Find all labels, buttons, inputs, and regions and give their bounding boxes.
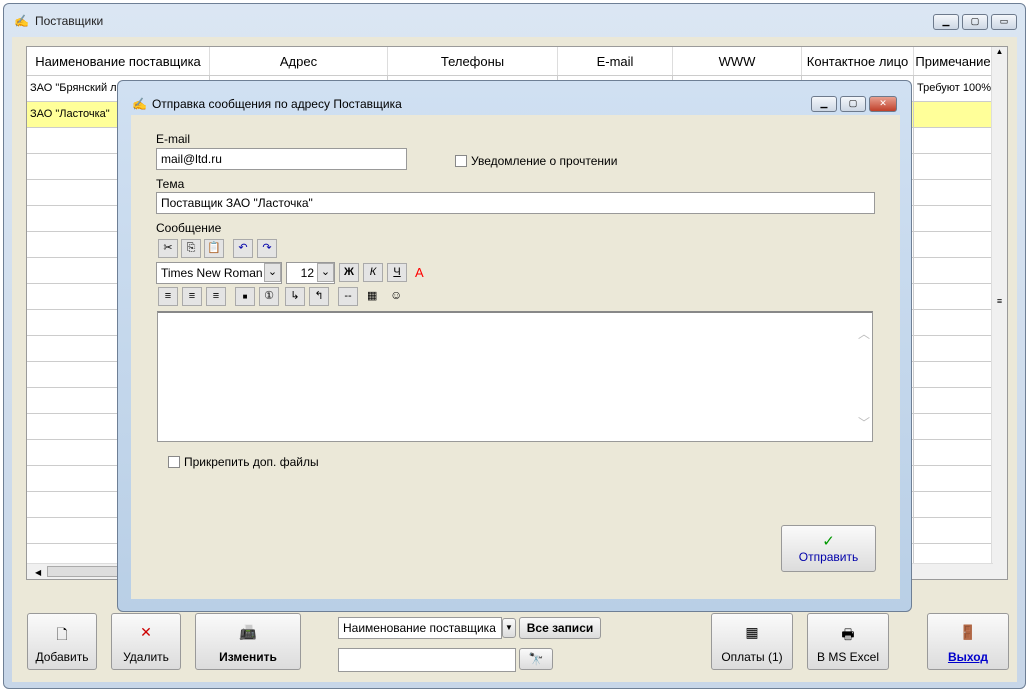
vertical-scrollbar[interactable]: ▲ ≡ bbox=[991, 47, 1007, 579]
undo-icon[interactable]: ↶ bbox=[233, 239, 253, 258]
dialog-close-button[interactable]: ✕ bbox=[869, 96, 897, 112]
col-note[interactable]: Примечание bbox=[914, 47, 993, 75]
text-color-button[interactable]: A bbox=[415, 265, 424, 280]
copy-icon[interactable]: ⎘ bbox=[181, 239, 201, 258]
add-button[interactable]: 🗋 Добавить bbox=[27, 613, 97, 670]
printer-icon: 🖶 bbox=[841, 626, 855, 642]
numbered-list-icon[interactable]: ① bbox=[259, 287, 279, 306]
italic-button[interactable]: К bbox=[363, 263, 383, 282]
edit-document-icon: 📠 bbox=[239, 624, 257, 640]
scroll-down-icon[interactable]: ﹀ bbox=[858, 414, 870, 431]
col-name[interactable]: Наименование поставщика bbox=[27, 47, 210, 75]
smiley-icon[interactable]: ☺ bbox=[390, 288, 402, 302]
maximize-button[interactable]: ▢ bbox=[962, 14, 988, 30]
bullet-list-icon[interactable]: ■ bbox=[235, 287, 255, 306]
delete-button[interactable]: ✕ Удалить bbox=[111, 613, 181, 670]
dialog-client: E-mail mail@ltd.ru Уведомление о прочтен… bbox=[131, 115, 900, 599]
underline-button[interactable]: Ч bbox=[387, 263, 407, 282]
subject-label: Тема bbox=[156, 177, 185, 191]
indent-icon[interactable]: ↳ bbox=[285, 287, 305, 306]
paste-icon[interactable]: 📋 bbox=[204, 239, 224, 258]
send-message-dialog: ✍ Отправка сообщения по адресу Поставщика… bbox=[117, 80, 912, 612]
redo-icon[interactable]: ↷ bbox=[257, 239, 277, 258]
checkmark-icon: ✓ bbox=[822, 533, 835, 550]
app-icon: ✍ bbox=[14, 14, 29, 28]
binoculars-search-button[interactable]: 🔭 bbox=[519, 648, 553, 670]
send-button[interactable]: ✓ Отправить bbox=[781, 525, 876, 572]
align-right-icon[interactable]: ≡ bbox=[206, 287, 226, 306]
col-www[interactable]: WWW bbox=[673, 47, 802, 75]
chevron-down-icon[interactable]: ⌄ bbox=[317, 263, 334, 282]
window-title: ✍ Поставщики bbox=[14, 14, 104, 28]
minimize-button[interactable]: ▁ bbox=[933, 14, 959, 30]
cut-icon[interactable]: ✂ bbox=[158, 239, 178, 258]
payments-button[interactable]: ▦ Оплаты (1) bbox=[711, 613, 793, 670]
delete-x-icon: ✕ bbox=[140, 624, 152, 640]
search-input[interactable] bbox=[338, 648, 516, 672]
exit-door-icon: 🚪 bbox=[959, 624, 977, 640]
insert-table-icon[interactable]: ▦ bbox=[367, 289, 377, 302]
read-receipt-checkbox[interactable]: Уведомление о прочтении bbox=[455, 154, 617, 168]
dialog-maximize-button[interactable]: ▢ bbox=[840, 96, 866, 112]
dialog-title: ✍ Отправка сообщения по адресу Поставщика bbox=[132, 97, 402, 111]
excel-button[interactable]: 🖶 В MS Excel bbox=[807, 613, 889, 670]
horizontal-line-icon[interactable]: -- bbox=[338, 287, 358, 306]
email-input[interactable]: mail@ltd.ru bbox=[156, 148, 407, 170]
attach-files-checkbox[interactable]: Прикрепить доп. файлы bbox=[168, 455, 319, 469]
align-center-icon[interactable]: ≡ bbox=[182, 287, 202, 306]
col-contact[interactable]: Контактное лицо bbox=[802, 47, 914, 75]
align-left-icon[interactable]: ≡ bbox=[158, 287, 178, 306]
sort-field-select[interactable]: Наименование поставщика bbox=[338, 617, 502, 639]
edit-button[interactable]: 📠 Изменить bbox=[195, 613, 301, 670]
dropdown-arrow-icon[interactable]: ▼ bbox=[502, 618, 516, 638]
outdent-icon[interactable]: ↰ bbox=[309, 287, 329, 306]
col-phones[interactable]: Телефоны bbox=[388, 47, 558, 75]
close-button[interactable]: ▭ bbox=[991, 14, 1017, 30]
message-editor[interactable]: ︿ ﹀ bbox=[157, 311, 873, 442]
email-label: E-mail bbox=[156, 132, 191, 146]
app-icon: ✍ bbox=[132, 97, 147, 111]
cell-note: Требуют 100% bbox=[914, 76, 993, 101]
col-email[interactable]: E-mail bbox=[558, 47, 673, 75]
scroll-up-icon[interactable]: ︿ bbox=[858, 325, 870, 342]
table-header: Наименование поставщика Адрес Телефоны E… bbox=[27, 47, 993, 76]
table-icon: ▦ bbox=[745, 624, 759, 640]
bold-button[interactable]: Ж bbox=[339, 263, 359, 282]
document-icon: 🗋 bbox=[56, 626, 68, 642]
exit-button[interactable]: 🚪 Выход bbox=[927, 613, 1009, 670]
dialog-minimize-button[interactable]: ▁ bbox=[811, 96, 837, 112]
subject-input[interactable]: Поставщик ЗАО "Ласточка" bbox=[156, 192, 875, 214]
message-label: Сообщение bbox=[156, 221, 222, 235]
all-records-button[interactable]: Все записи bbox=[519, 617, 601, 639]
col-address[interactable]: Адрес bbox=[210, 47, 388, 75]
chevron-down-icon[interactable]: ⌄ bbox=[264, 263, 281, 282]
